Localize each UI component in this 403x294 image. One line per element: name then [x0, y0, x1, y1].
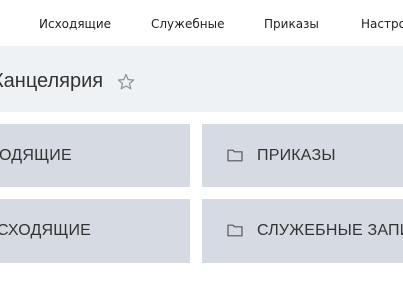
folder-icon — [227, 149, 243, 162]
tile-incoming[interactable]: ОДЯЩИЕ — [0, 124, 190, 187]
tile-orders[interactable]: ПРИКАЗЫ — [202, 124, 403, 187]
folder-icon — [227, 224, 243, 237]
nav-item-orders[interactable]: Приказы — [264, 17, 319, 31]
nav-item-memos[interactable]: Служебные — [151, 17, 224, 31]
nav-item-outgoing[interactable]: Исходящие — [39, 17, 111, 31]
tile-label: СХОДЯЩИЕ — [0, 222, 92, 239]
tile-memos[interactable]: СЛУЖЕБНЫЕ ЗАПИ — [202, 199, 403, 263]
tile-label: СЛУЖЕБНЫЕ ЗАПИ — [257, 222, 403, 239]
page-title: Канцелярия — [0, 70, 104, 92]
tile-outgoing[interactable]: СХОДЯЩИЕ — [0, 199, 190, 263]
top-nav: Исходящие Служебные Приказы Настро — [0, 0, 403, 46]
tile-label: ОДЯЩИЕ — [0, 146, 72, 164]
nav-item-settings[interactable]: Настро — [361, 17, 403, 31]
tile-label: ПРИКАЗЫ — [257, 146, 336, 164]
star-outline-icon[interactable] — [116, 72, 136, 92]
